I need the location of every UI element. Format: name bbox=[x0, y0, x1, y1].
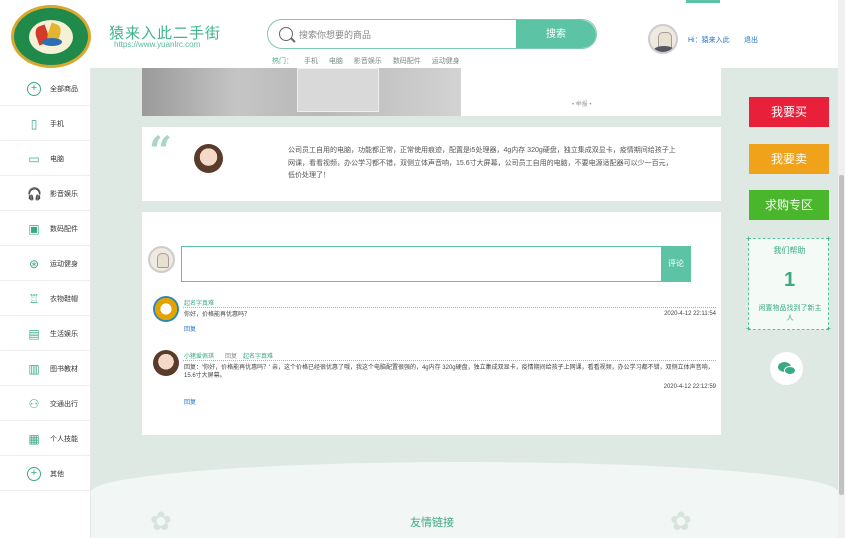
ball-icon: ⊛ bbox=[28, 257, 40, 271]
headphones-icon: 🎧 bbox=[27, 187, 42, 201]
commenter-name[interactable]: 小猪爱佩琪 bbox=[184, 351, 214, 360]
i-want-to-buy-button[interactable]: 我要买 bbox=[749, 97, 829, 127]
sidebar-item-label: 影音娱乐 bbox=[50, 191, 78, 198]
header: 猿来入此二手街 https://www.yuanlrc.com 搜索 热门： 手… bbox=[0, 0, 845, 68]
help-title: 我们帮助 bbox=[773, 246, 806, 255]
help-count: 1 bbox=[783, 269, 796, 291]
tv-icon: ▦ bbox=[28, 432, 40, 446]
sidebar-item-transport[interactable]: ⚇ 交通出行 bbox=[0, 386, 91, 421]
plus-circle-icon: + bbox=[27, 82, 41, 96]
help-stats-box: + + + + 我们帮助 1 闲置物品找到了新主人 bbox=[746, 234, 831, 333]
friend-links-title: 友情链接 bbox=[410, 516, 454, 529]
book-icon: ▥ bbox=[28, 362, 40, 376]
sidebar-item-entertainment[interactable]: 🎧 影音娱乐 bbox=[0, 176, 91, 211]
flower-decoration-icon: ✿ bbox=[150, 506, 172, 536]
camera-icon: ▣ bbox=[28, 222, 40, 236]
sidebar-item-phone[interactable]: ▯ 手机 bbox=[0, 106, 91, 141]
search-button[interactable]: 搜索 bbox=[516, 20, 596, 48]
hot-label: 热门： bbox=[272, 58, 293, 65]
sidebar-item-label: 运动健身 bbox=[50, 261, 78, 268]
sidebar-item-label: 电脑 bbox=[50, 156, 64, 163]
i-want-to-sell-button[interactable]: 我要卖 bbox=[749, 144, 829, 174]
current-user-avatar bbox=[148, 246, 175, 273]
sidebar-item-label: 衣物鞋帽 bbox=[50, 296, 78, 303]
sidebar-item-other[interactable]: + 其他 bbox=[0, 456, 91, 491]
sidebar-item-accessories[interactable]: ▣ 数码配件 bbox=[0, 211, 91, 246]
reply-link[interactable]: 回复 bbox=[184, 324, 196, 333]
sidebar-item-label: 图书教材 bbox=[50, 366, 78, 373]
scrollbar-thumb[interactable] bbox=[839, 175, 844, 495]
sidebar-item-books[interactable]: ▥ 图书教材 bbox=[0, 351, 91, 386]
logout-link[interactable]: 退出 bbox=[744, 35, 758, 45]
commenter-name[interactable]: 起名字真难 bbox=[184, 298, 214, 307]
university-logo[interactable] bbox=[11, 5, 91, 68]
comment-submit-button[interactable]: 评论 bbox=[661, 246, 691, 282]
comment-text: 回复：'你好，价格能再优惠吗？' 亲，这个价格已经很优惠了哦，我这个电脑配置很强… bbox=[184, 365, 714, 379]
commenter-avatar[interactable] bbox=[153, 296, 179, 322]
page-scrollbar[interactable] bbox=[838, 0, 845, 538]
sidebar-item-fitness[interactable]: ⊛ 运动健身 bbox=[0, 246, 91, 281]
sidebar-item-label: 全部商品 bbox=[50, 86, 78, 93]
phone-icon: ▯ bbox=[30, 117, 38, 131]
product-description-card: “ 公司员工自用的电脑，功能都正常，正常使用痕迹，配置是i5处理器，4g内存 3… bbox=[142, 127, 721, 201]
sidebar-item-clothing[interactable]: ♖ 衣物鞋帽 bbox=[0, 281, 91, 316]
quote-icon: “ bbox=[149, 128, 173, 175]
site-url[interactable]: https://www.yuanlrc.com bbox=[114, 40, 200, 49]
sidebar-item-label: 个人技能 bbox=[50, 436, 78, 443]
commenter-avatar[interactable] bbox=[153, 350, 179, 376]
monitor-icon: ▭ bbox=[28, 152, 40, 166]
header-tab-indicator bbox=[686, 0, 720, 3]
corner-plus-icon: + bbox=[826, 234, 831, 243]
comment-divider bbox=[183, 307, 716, 308]
wanted-zone-button[interactable]: 求购专区 bbox=[749, 190, 829, 220]
corner-plus-icon: + bbox=[746, 234, 751, 243]
flower-decoration-icon: ✿ bbox=[670, 506, 692, 536]
comment-text: 你好，价格能再优惠吗？ bbox=[184, 312, 251, 318]
hot-tags: 热门： 手机 电脑 影音娱乐 数码配件 运动健身 bbox=[272, 56, 469, 66]
sidebar-item-label: 数码配件 bbox=[50, 226, 78, 233]
user-greeting[interactable]: Hi：猿来入此 bbox=[688, 35, 730, 45]
search-icon bbox=[279, 27, 293, 41]
comment-input[interactable] bbox=[181, 246, 661, 282]
sidebar-item-label: 交通出行 bbox=[50, 401, 78, 408]
sidebar-item-label: 其他 bbox=[50, 471, 64, 478]
comment-section: 评论 起名字真难 你好，价格能再优惠吗？ 2020-4-12 22:11:54 … bbox=[142, 212, 721, 435]
comment-time: 2020-4-12 22:12:59 bbox=[663, 384, 716, 390]
reply-link[interactable]: 回复 bbox=[184, 397, 196, 406]
sidebar-item-life[interactable]: ▤ 生活娱乐 bbox=[0, 316, 91, 351]
sidebar-item-computer[interactable]: ▭ 电脑 bbox=[0, 141, 91, 176]
footer-background bbox=[91, 462, 838, 538]
corner-plus-icon: + bbox=[826, 324, 831, 333]
hot-tag[interactable]: 手机 bbox=[304, 58, 318, 65]
sidebar-item-label: 生活娱乐 bbox=[50, 331, 78, 338]
search-input[interactable] bbox=[299, 27, 509, 43]
wechat-icon[interactable] bbox=[770, 352, 803, 385]
product-image-card: • 举报 • bbox=[142, 68, 721, 116]
report-link[interactable]: • 举报 • bbox=[572, 99, 592, 108]
bike-icon: ⚇ bbox=[28, 397, 40, 411]
corner-plus-icon: + bbox=[746, 324, 751, 333]
hot-tag[interactable]: 数码配件 bbox=[393, 58, 421, 65]
plus-circle-icon: + bbox=[27, 467, 41, 481]
product-photo[interactable] bbox=[142, 68, 461, 116]
hot-tag[interactable]: 电脑 bbox=[329, 58, 343, 65]
radio-icon: ▤ bbox=[28, 327, 40, 341]
category-sidebar: + 全部商品 ▯ 手机 ▭ 电脑 🎧 影音娱乐 ▣ 数码配件 ⊛ 运动健身 ♖ … bbox=[0, 68, 91, 538]
user-avatar[interactable] bbox=[648, 24, 678, 54]
sidebar-item-label: 手机 bbox=[50, 121, 64, 128]
comment-divider bbox=[183, 360, 716, 361]
help-subtitle: 闲置物品找到了新主人 bbox=[758, 304, 822, 322]
sidebar-item-skills[interactable]: ▦ 个人技能 bbox=[0, 421, 91, 456]
reply-word: 回复 bbox=[225, 354, 238, 360]
seller-avatar[interactable] bbox=[194, 144, 223, 173]
hot-tag[interactable]: 影音娱乐 bbox=[354, 58, 382, 65]
search-box: 搜索 bbox=[267, 19, 597, 49]
sidebar-item-all[interactable]: + 全部商品 bbox=[0, 71, 91, 106]
hot-tag[interactable]: 运动健身 bbox=[432, 58, 460, 65]
shirt-icon: ♖ bbox=[28, 292, 40, 306]
product-description: 公司员工自用的电脑，功能都正常，正常使用痕迹，配置是i5处理器，4g内存 320… bbox=[288, 147, 676, 179]
reply-target-name[interactable]: 起名字真难 bbox=[243, 351, 273, 360]
comment-time: 2020-4-12 22:11:54 bbox=[664, 311, 716, 317]
